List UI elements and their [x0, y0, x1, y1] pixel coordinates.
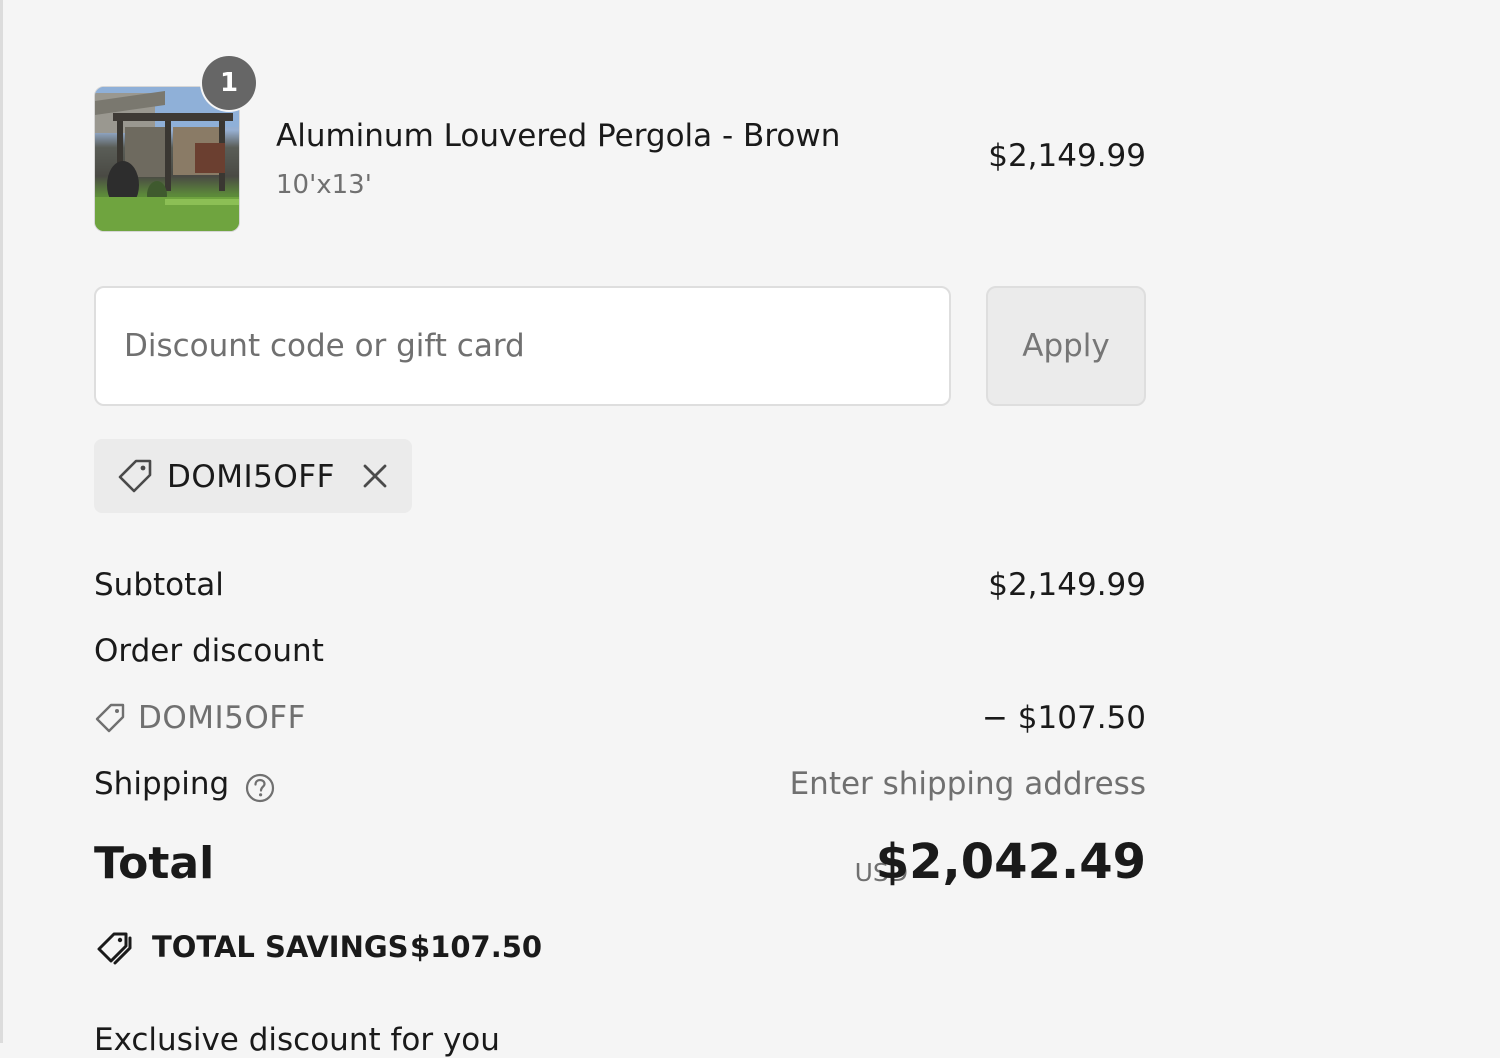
product-variant: 10'x13' — [276, 170, 372, 200]
order-discount-amount: − $107.50 — [981, 700, 1146, 736]
order-summary: 1 Aluminum Louvered Pergola - Brown 10'x… — [94, 0, 1146, 1058]
product-price: $2,149.99 — [988, 138, 1146, 174]
tag-icon — [118, 459, 152, 493]
order-discount-code-text: DOMI5OFF — [138, 700, 306, 736]
quantity-badge: 1 — [202, 56, 256, 110]
shipping-value: Enter shipping address — [789, 766, 1146, 802]
shipping-label: Shipping — [94, 766, 230, 802]
product-name: Aluminum Louvered Pergola - Brown — [276, 118, 841, 154]
tag-icon — [95, 703, 125, 733]
line-item: 1 Aluminum Louvered Pergola - Brown 10'x… — [94, 56, 1146, 232]
total-label: Total — [94, 838, 215, 889]
total-savings-label: TOTAL SAVINGS — [152, 930, 409, 964]
order-discount-label: Order discount — [94, 633, 324, 669]
applied-discount-code: DOMI5OFF — [167, 459, 335, 495]
question-circle-icon[interactable] — [244, 772, 276, 804]
total-savings-value: $107.50 — [410, 930, 543, 964]
discount-code-input[interactable] — [94, 286, 951, 406]
subtotal-label: Subtotal — [94, 567, 224, 603]
apply-button[interactable]: Apply — [986, 286, 1146, 406]
left-divider — [0, 0, 3, 1043]
subtotal-value: $2,149.99 — [988, 567, 1146, 603]
close-icon[interactable] — [356, 457, 394, 495]
exclusive-discount-heading: Exclusive discount for you — [94, 1022, 500, 1058]
tags-icon — [97, 932, 132, 965]
total-value: $2,042.49 — [875, 834, 1146, 890]
applied-discount-tag: DOMI5OFF — [94, 439, 412, 513]
